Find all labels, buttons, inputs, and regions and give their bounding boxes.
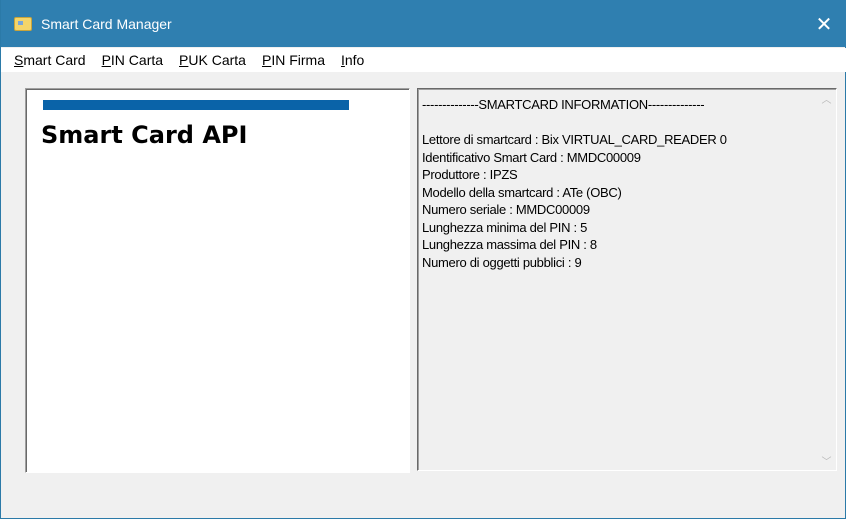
info-serial: Numero seriale : MMDC00009 — [422, 202, 590, 217]
app-window: Smart Card Manager ✕ Smart Card PIN Cart… — [0, 0, 846, 519]
vertical-scrollbar[interactable]: ︿ ﹀ — [818, 90, 835, 469]
info-model: Modello della smartcard : ATe (OBC) — [422, 184, 622, 200]
menu-pin-firma-label: IN Firma — [271, 52, 325, 68]
menu-pin-carta-accel: P — [101, 52, 111, 68]
menu-pin-carta-label: IN Carta — [110, 52, 164, 68]
menu-info[interactable]: Info — [333, 48, 372, 72]
info-pin-max: Lunghezza massima del PIN : 8 — [422, 237, 597, 252]
info-text: --------------SMARTCARD INFORMATION-----… — [422, 96, 812, 271]
info-public-objects: Numero di oggetti pubblici : 9 — [422, 254, 582, 270]
info-card-id: Identificativo Smart Card : MMDC00009 — [422, 149, 641, 165]
info-reader: Lettore di smartcard : Bix VIRTUAL_CARD_… — [422, 132, 727, 147]
menu-puk-carta[interactable]: PUK Carta — [171, 48, 254, 72]
menu-pin-firma[interactable]: PIN Firma — [254, 48, 333, 72]
menu-smart-card[interactable]: Smart Card — [1, 48, 94, 72]
menu-pin-carta[interactable]: PIN Carta — [94, 48, 171, 72]
menu-smart-card-label: mart Card — [23, 52, 86, 68]
info-header: --------------SMARTCARD INFORMATION-----… — [422, 97, 705, 112]
smart-card-app-icon — [14, 16, 32, 31]
menu-info-label: nfo — [344, 52, 365, 68]
info-manufacturer: Produttore : IPZS — [422, 167, 518, 182]
menu-puk-carta-accel: P — [179, 52, 189, 68]
api-heading: Smart Card API — [41, 121, 248, 149]
window-title: Smart Card Manager — [41, 15, 172, 32]
scroll-down-arrow-icon[interactable]: ﹀ — [818, 452, 835, 469]
title-bar[interactable]: Smart Card Manager ✕ — [1, 0, 846, 47]
menu-bar: Smart Card PIN Carta PUK Carta PIN Firma… — [1, 48, 846, 72]
menu-puk-carta-label: UK Carta — [188, 52, 246, 68]
api-banner-panel: Smart Card API — [25, 88, 410, 473]
accent-bar — [43, 100, 349, 110]
menu-smart-card-accel: S — [14, 52, 24, 68]
smartcard-info-textbox[interactable]: --------------SMARTCARD INFORMATION-----… — [417, 88, 837, 471]
scroll-up-arrow-icon[interactable]: ︿ — [818, 90, 835, 107]
close-button[interactable]: ✕ — [801, 0, 846, 47]
info-pin-min: Lunghezza minima del PIN : 5 — [422, 219, 588, 235]
menu-pin-firma-accel: P — [261, 52, 272, 68]
